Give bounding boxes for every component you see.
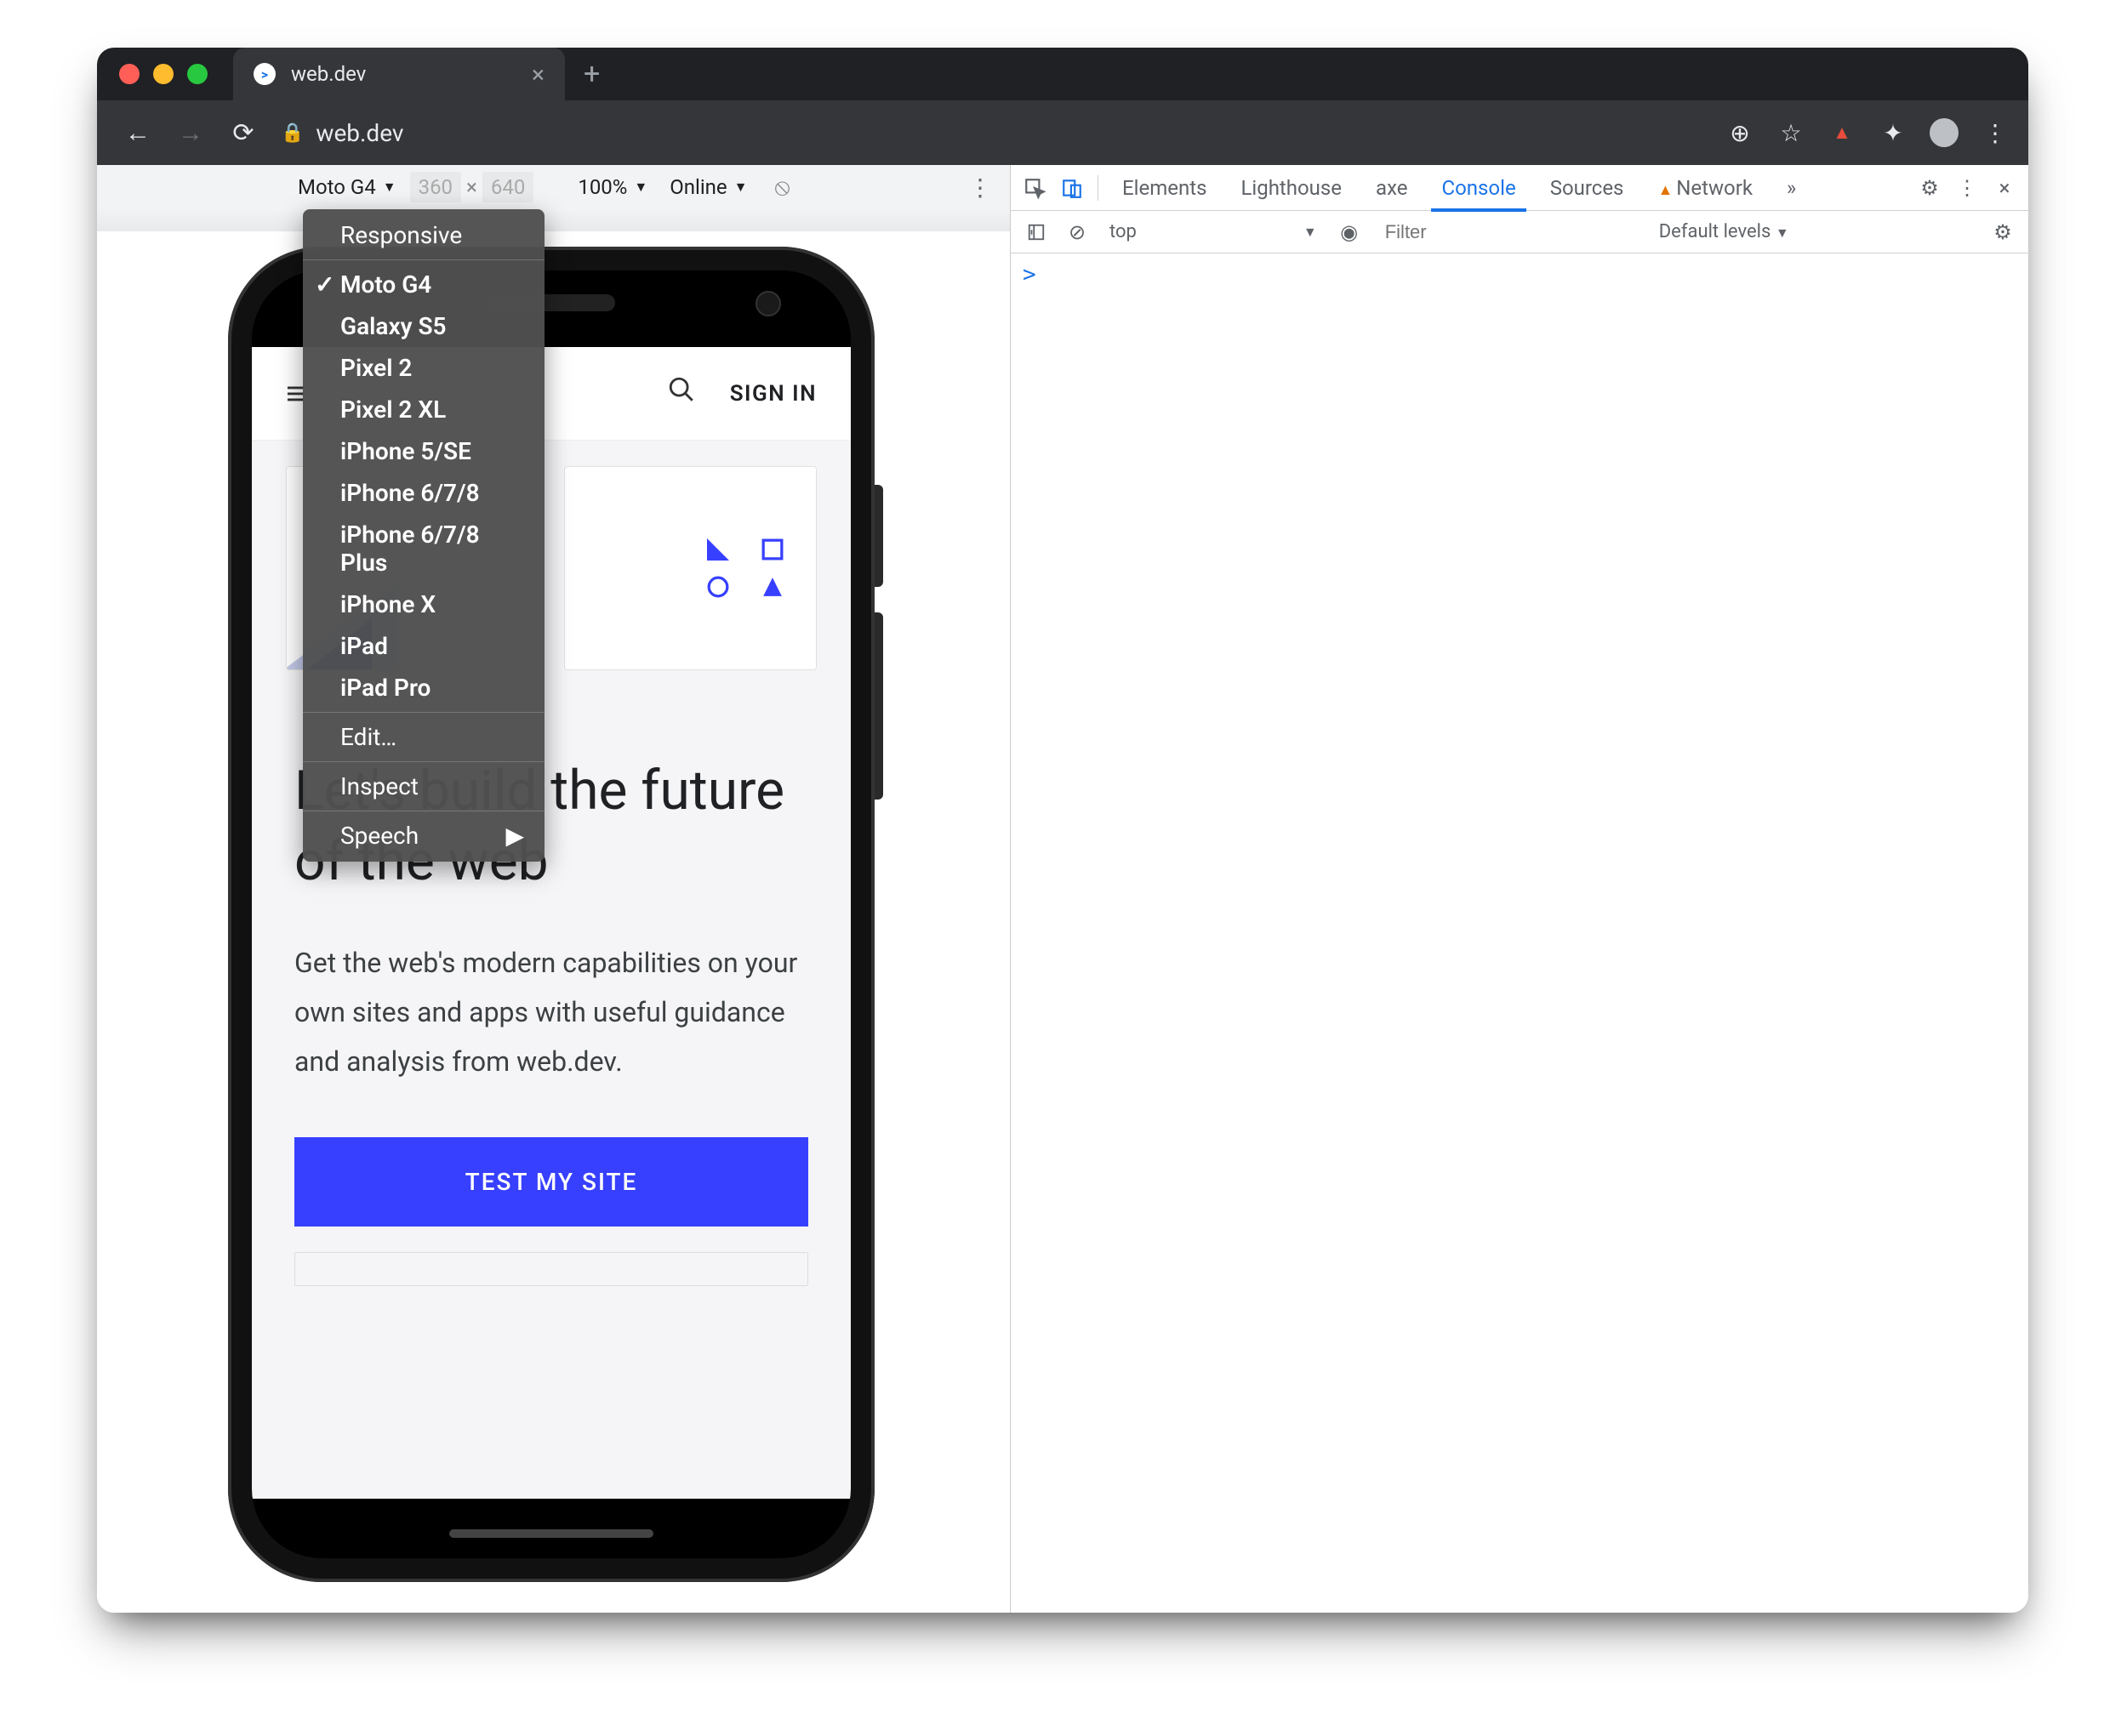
more-tabs-button[interactable]: » [1771,166,1811,210]
device-toolbar: Moto G4 ▼ 360 × 640 100%▼ Online▼ ⦸ ⋮ [97,165,1010,209]
device-option-galaxy-s5[interactable]: Galaxy S5 [303,305,545,347]
device-emulation-pane: Moto G4 ▼ 360 × 640 100%▼ Online▼ ⦸ ⋮ [97,165,1011,1613]
chevron-down-icon: ▼ [734,179,748,196]
tab-lighthouse[interactable]: Lighthouse [1225,166,1357,210]
device-option-iphone-5-se[interactable]: iPhone 5/SE [303,430,545,472]
test-my-site-button[interactable]: TEST MY SITE [294,1137,808,1227]
device-option-responsive[interactable]: Responsive [303,214,545,256]
console-settings-gear-icon[interactable]: ⚙ [1986,215,2020,249]
chevron-down-icon: ▼ [1303,224,1317,241]
tab-title: web.dev [291,62,366,86]
tab-network[interactable]: ▲Network [1642,166,1768,210]
devtools-menu-icon[interactable]: ⋮ [1950,171,1984,205]
tab-elements[interactable]: Elements [1107,166,1222,210]
browser-tab[interactable]: > web.dev × [233,48,565,100]
chevron-down-icon: ▼ [1776,225,1789,241]
throttling-selector[interactable]: Online▼ [661,172,756,202]
bookmark-star-icon[interactable]: ☆ [1770,111,1812,154]
close-devtools-icon[interactable]: × [1987,171,2022,205]
secondary-button[interactable] [294,1252,808,1286]
live-expression-icon[interactable]: ◉ [1332,215,1366,249]
tab-sources[interactable]: Sources [1535,166,1639,210]
zoom-selector[interactable]: 100%▼ [569,172,656,202]
console-prompt: > [1023,262,1036,287]
chevron-right-icon: ▶ [505,822,524,850]
lock-icon: 🔒 [281,122,304,144]
rotate-device-icon[interactable]: ⦸ [761,166,803,208]
sign-in-button[interactable]: SIGN IN [730,381,817,407]
feature-card-2[interactable] [564,466,817,670]
devtools-tabs: Elements Lighthouse axe Console Sources … [1011,165,2028,211]
console-toolbar: ⊘ top ▼ ◉ Default levels ▼ ⚙ [1011,211,2028,253]
device-option-iphone-678[interactable]: iPhone 6/7/8 [303,472,545,514]
back-button[interactable]: ← [116,111,160,155]
new-tab-button[interactable]: + [565,57,619,91]
device-option-ipad-pro[interactable]: iPad Pro [303,667,545,709]
profile-avatar-icon[interactable] [1923,111,1965,154]
browser-menu-icon[interactable]: ⋮ [1974,111,2016,154]
add-page-icon[interactable]: ⊕ [1719,111,1761,154]
search-icon[interactable] [667,375,696,412]
device-option-moto-g4[interactable]: Moto G4 [303,264,545,305]
titlebar: > web.dev × + [97,48,2028,100]
console-body[interactable]: > [1011,253,2028,1613]
filter-input[interactable] [1373,211,1642,253]
device-option-iphone-x[interactable]: iPhone X [303,583,545,625]
url-text: web.dev [316,119,403,147]
maximize-window-button[interactable] [187,64,208,84]
device-option-pixel-2-xl[interactable]: Pixel 2 XL [303,389,545,430]
tab-axe[interactable]: axe [1360,166,1423,210]
device-option-pixel-2[interactable]: Pixel 2 [303,347,545,389]
front-camera [756,291,781,316]
tab-console[interactable]: Console [1426,166,1531,210]
close-window-button[interactable] [119,64,140,84]
device-height-input[interactable]: 640 [482,172,533,202]
inspect-element-icon[interactable] [1018,171,1052,205]
device-width-input[interactable]: 360 [410,172,461,202]
device-option-speech[interactable]: Speech▶ [303,815,545,857]
chevron-down-icon: ▼ [634,179,647,196]
device-option-ipad[interactable]: iPad [303,625,545,667]
hero-subhead: Get the web's modern capabilities on you… [294,939,808,1086]
forward-button[interactable]: → [168,111,213,155]
window-controls [97,64,208,84]
devtools-panel: Elements Lighthouse axe Console Sources … [1011,165,2028,1613]
extensions-puzzle-icon[interactable]: ✦ [1872,111,1914,154]
device-toolbar-menu-icon[interactable]: ⋮ [959,166,1001,208]
device-selector-label: Moto G4 [298,175,376,199]
settings-gear-icon[interactable]: ⚙ [1913,171,1947,205]
close-tab-icon[interactable]: × [532,60,545,88]
context-selector[interactable]: top ▼ [1101,218,1326,246]
device-toggle-icon[interactable] [1055,171,1089,205]
minimize-window-button[interactable] [153,64,174,84]
device-volume-button [875,612,883,800]
toggle-sidebar-icon[interactable] [1019,215,1053,249]
device-power-button [875,485,883,587]
device-dropdown-menu: Responsive Moto G4 Galaxy S5 Pixel 2 Pix… [303,209,545,862]
log-levels-selector[interactable]: Default levels ▼ [1649,218,1799,246]
ruler [97,209,1010,231]
device-option-inspect[interactable]: Inspect [303,766,545,807]
device-option-iphone-678-plus[interactable]: iPhone 6/7/8 Plus [303,514,545,583]
chevron-down-icon: ▼ [383,179,396,196]
device-option-edit[interactable]: Edit… [303,716,545,758]
address-bar: ← → ⟳ 🔒 web.dev ⊕ ☆ ▲ ✦ ⋮ [97,100,2028,165]
warning-icon: ▲ [1657,181,1673,199]
omnibox[interactable]: 🔒 web.dev [281,119,403,147]
reload-button[interactable]: ⟳ [221,111,265,155]
emulated-viewport: ≡ SIGN IN [97,231,1010,1613]
device-selector[interactable]: Moto G4 ▼ [289,172,405,202]
tab-favicon: > [254,63,276,85]
extension-icon-1[interactable]: ▲ [1821,111,1863,154]
clear-console-icon[interactable]: ⊘ [1060,215,1094,249]
home-indicator [449,1529,653,1538]
